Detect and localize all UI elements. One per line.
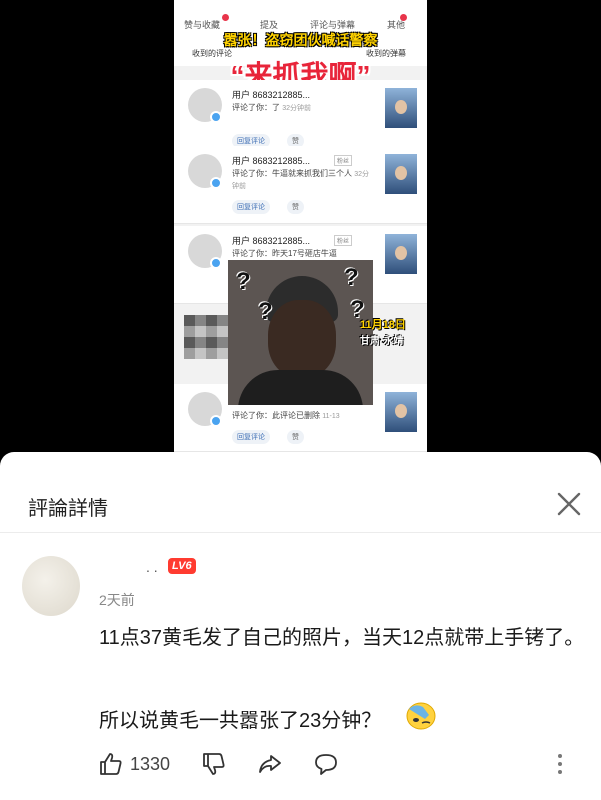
like-button[interactable]: 赞 <box>287 430 304 444</box>
pixelated-avatar <box>184 315 228 359</box>
user-name: 用户 8683212885... <box>232 236 311 246</box>
close-button[interactable] <box>554 489 584 519</box>
place-label: 甘肃·永靖 <box>360 336 404 347</box>
more-button[interactable] <box>553 752 567 776</box>
comment-text: 11点37黄毛发了自己的照片，当天12点就带上手铐了。 <box>99 627 585 649</box>
comment-actions: 1330 <box>0 748 601 788</box>
close-icon <box>557 492 581 516</box>
app-screen: 赞与收藏 提及 评论与弹幕 其他 收到的评论 收到的弹幕 嚣张！盗窃团伙喊话警察… <box>0 0 601 800</box>
verified-badge-icon <box>210 257 222 269</box>
verified-badge-icon <box>210 415 222 427</box>
sheet-title: 評論詳情 <box>28 498 108 520</box>
fan-tag: 粉丝 <box>334 155 353 166</box>
more-vertical-icon <box>558 754 562 758</box>
embedded-video-frame[interactable]: 赞与收藏 提及 评论与弹幕 其他 收到的评论 收到的弹幕 嚣张！盗窃团伙喊话警察… <box>174 0 427 452</box>
video-thumbnail[interactable] <box>385 154 417 194</box>
torso <box>238 370 363 405</box>
fan-tag: 粉丝 <box>334 235 353 246</box>
video-thumbnail[interactable] <box>385 392 417 432</box>
like-count: 1330 <box>130 753 171 774</box>
badge-dot <box>222 14 229 21</box>
reply-button[interactable]: 回复评论 <box>232 430 270 444</box>
comment-body: 评论了你：牛逼就来抓我们三个人 <box>232 169 352 178</box>
comment-text: 评论了你：牛逼就来抓我们三个人 32分钟前 <box>232 168 372 192</box>
list-item: 用户 8683212885... 粉丝 评论了你：牛逼就来抓我们三个人 32分钟… <box>174 146 427 224</box>
video-thumbnail[interactable] <box>385 234 417 274</box>
user-name: 用户 8683212885... <box>232 156 311 166</box>
user-name: 用户 8683212885... <box>232 90 311 100</box>
more-vertical-icon-dot <box>558 762 562 766</box>
question-mark: ? <box>236 268 251 295</box>
like-button[interactable]: 赞 <box>287 200 304 214</box>
comment-body: 评论了你：此评论已删除 <box>232 411 320 420</box>
comment-icon <box>315 754 337 775</box>
facepalm-emoji-icon <box>406 702 436 730</box>
comment-username[interactable]: . . <box>146 559 158 575</box>
video-headline: 嚣张！盗窃团伙喊话警察 <box>223 32 378 48</box>
reply-button[interactable] <box>313 748 339 780</box>
comment-text-line2: 所以说黄毛一共嚣张了23分钟？ <box>99 710 382 732</box>
share-icon <box>259 755 281 773</box>
divider <box>0 532 601 533</box>
avatar[interactable] <box>22 556 80 616</box>
verified-badge-icon <box>210 177 222 189</box>
verified-badge-icon <box>210 111 222 123</box>
comment-text: 评论了你：了 32分钟前 <box>232 102 372 114</box>
date-label: 11月18日 <box>360 319 406 331</box>
comment-detail-sheet: 評論詳情 . . LV6 2天前 11点37黄毛发了自己的照片，当天12点就带上… <box>0 452 601 800</box>
face <box>268 300 336 378</box>
share-button[interactable] <box>257 748 283 780</box>
comment-time: 2天前 <box>99 592 135 608</box>
badge-dot <box>400 14 407 21</box>
question-mark: ? <box>258 298 273 325</box>
comment-time: 11-13 <box>322 413 340 420</box>
dislike-button[interactable] <box>201 748 227 780</box>
comment-text: 评论了你：此评论已删除 11-13 <box>232 410 372 422</box>
video-thumbnail[interactable] <box>385 88 417 128</box>
reply-button[interactable]: 回复评论 <box>232 200 270 214</box>
question-mark: ? <box>344 264 359 291</box>
comment-time: 32分钟前 <box>282 105 312 112</box>
comment-text: 评论了你：昨天17号砸店牛逼 <box>232 248 372 259</box>
like-button[interactable]: 1330 <box>98 748 170 780</box>
thumbs-up-icon <box>100 753 122 775</box>
comment-body: 评论了你：昨天17号砸店牛逼 <box>232 249 337 258</box>
thumbs-down-icon <box>203 753 225 775</box>
comment-body: 评论了你：了 <box>232 103 280 112</box>
more-vertical-icon-dot <box>558 770 562 774</box>
date-caption: 11月18日 甘肃·永靖 <box>360 316 420 366</box>
level-badge: LV6 <box>168 558 196 574</box>
